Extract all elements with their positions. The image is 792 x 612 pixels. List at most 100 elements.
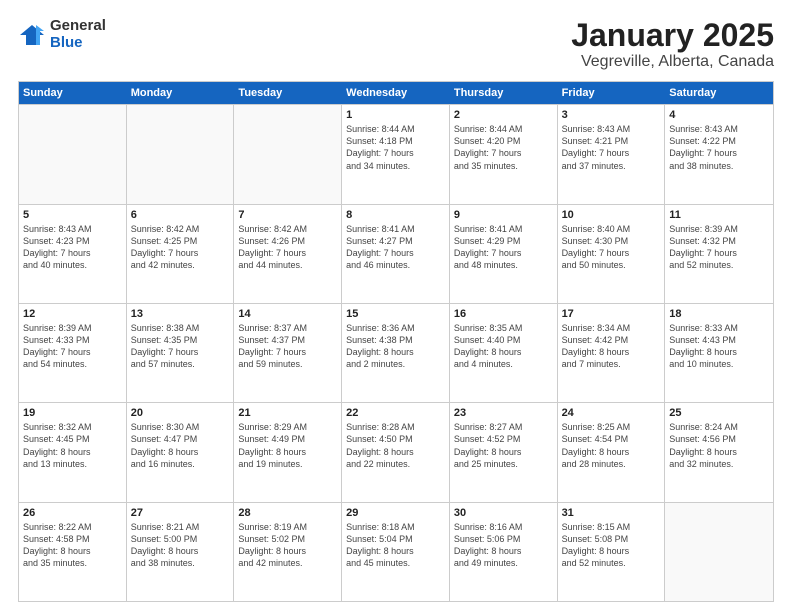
empty-cell (665, 503, 773, 601)
day-number-13: 13 (131, 308, 230, 320)
day-number-27: 27 (131, 507, 230, 519)
day-number-30: 30 (454, 507, 553, 519)
day-number-31: 31 (562, 507, 661, 519)
week-row-4: 19 Sunrise: 8:32 AM Sunset: 4:45 PM Dayli… (19, 402, 773, 501)
day-cell-7: 7Sunrise: 8:42 AM Sunset: 4:26 PM Daylig… (234, 205, 342, 303)
day-cell-5: 5 Sunrise: 8:43 AM Sunset: 4:23 PM Daylig… (19, 205, 127, 303)
day-number-6: 6 (131, 209, 230, 221)
day-number-11: 11 (669, 209, 769, 221)
day-number-14: 14 (238, 308, 337, 320)
day-number-21: 21 (238, 407, 337, 419)
day-cell-1: 1Sunrise: 8:44 AM Sunset: 4:18 PM Daylig… (342, 105, 450, 203)
day-info-18: Sunrise: 8:33 AM Sunset: 4:43 PM Dayligh… (669, 322, 769, 371)
day-number-22: 22 (346, 407, 445, 419)
day-info-24: Sunrise: 8:25 AM Sunset: 4:54 PM Dayligh… (562, 421, 661, 470)
day-info-31: Sunrise: 8:15 AM Sunset: 5:08 PM Dayligh… (562, 521, 661, 570)
empty-cell (19, 105, 127, 203)
title-area: January 2025 Vegreville, Alberta, Canada (571, 18, 774, 71)
day-number-5: 5 (23, 209, 122, 221)
day-number-10: 10 (562, 209, 661, 221)
calendar-body: 1Sunrise: 8:44 AM Sunset: 4:18 PM Daylig… (19, 104, 773, 601)
day-number-4: 4 (669, 109, 769, 121)
day-info-15: Sunrise: 8:36 AM Sunset: 4:38 PM Dayligh… (346, 322, 445, 371)
day-cell-9: 9Sunrise: 8:41 AM Sunset: 4:29 PM Daylig… (450, 205, 558, 303)
empty-cell (127, 105, 235, 203)
day-info-16: Sunrise: 8:35 AM Sunset: 4:40 PM Dayligh… (454, 322, 553, 371)
day-number-2: 2 (454, 109, 553, 121)
day-cell-19: 19 Sunrise: 8:32 AM Sunset: 4:45 PM Dayli… (19, 403, 127, 501)
day-info-22: Sunrise: 8:28 AM Sunset: 4:50 PM Dayligh… (346, 421, 445, 470)
day-info-29: Sunrise: 8:18 AM Sunset: 5:04 PM Dayligh… (346, 521, 445, 570)
header-saturday: Saturday (665, 82, 773, 104)
header-monday: Monday (127, 82, 235, 104)
logo-icon (18, 21, 46, 49)
day-info-8: Sunrise: 8:41 AM Sunset: 4:27 PM Dayligh… (346, 223, 445, 272)
day-info-4: Sunrise: 8:43 AM Sunset: 4:22 PM Dayligh… (669, 123, 769, 172)
day-number-18: 18 (669, 308, 769, 320)
day-info-12: Sunrise: 8:39 AM Sunset: 4:33 PM Dayligh… (23, 322, 122, 371)
logo-general: General (50, 18, 106, 35)
day-cell-21: 21 Sunrise: 8:29 AM Sunset: 4:49 PM Dayli… (234, 403, 342, 501)
day-cell-27: 27 Sunrise: 8:21 AM Sunset: 5:00 PM Dayli… (127, 503, 235, 601)
day-info-26: Sunrise: 8:22 AM Sunset: 4:58 PM Dayligh… (23, 521, 122, 570)
header-sunday: Sunday (19, 82, 127, 104)
day-cell-28: 28Sunrise: 8:19 AM Sunset: 5:02 PM Dayli… (234, 503, 342, 601)
day-info-30: Sunrise: 8:16 AM Sunset: 5:06 PM Dayligh… (454, 521, 553, 570)
day-number-16: 16 (454, 308, 553, 320)
day-cell-2: 2 Sunrise: 8:44 AM Sunset: 4:20 PM Daylig… (450, 105, 558, 203)
header-wednesday: Wednesday (342, 82, 450, 104)
day-cell-12: 12Sunrise: 8:39 AM Sunset: 4:33 PM Dayli… (19, 304, 127, 402)
day-cell-23: 23 Sunrise: 8:27 AM Sunset: 4:52 PM Dayli… (450, 403, 558, 501)
day-number-7: 7 (238, 209, 337, 221)
day-cell-17: 17 Sunrise: 8:34 AM Sunset: 4:42 PM Dayli… (558, 304, 666, 402)
day-number-25: 25 (669, 407, 769, 419)
day-cell-6: 6 Sunrise: 8:42 AM Sunset: 4:25 PM Daylig… (127, 205, 235, 303)
day-cell-25: 25 Sunrise: 8:24 AM Sunset: 4:56 PM Dayli… (665, 403, 773, 501)
day-info-10: Sunrise: 8:40 AM Sunset: 4:30 PM Dayligh… (562, 223, 661, 272)
day-number-9: 9 (454, 209, 553, 221)
day-cell-31: 31 Sunrise: 8:15 AM Sunset: 5:08 PM Dayli… (558, 503, 666, 601)
week-row-2: 5 Sunrise: 8:43 AM Sunset: 4:23 PM Daylig… (19, 204, 773, 303)
day-info-2: Sunrise: 8:44 AM Sunset: 4:20 PM Dayligh… (454, 123, 553, 172)
logo: General Blue (18, 18, 106, 51)
day-number-3: 3 (562, 109, 661, 121)
day-number-8: 8 (346, 209, 445, 221)
day-number-17: 17 (562, 308, 661, 320)
calendar-title: January 2025 (571, 18, 774, 53)
day-info-13: Sunrise: 8:38 AM Sunset: 4:35 PM Dayligh… (131, 322, 230, 371)
calendar: Sunday Monday Tuesday Wednesday Thursday… (18, 81, 774, 602)
day-cell-11: 11 Sunrise: 8:39 AM Sunset: 4:32 PM Dayli… (665, 205, 773, 303)
day-info-28: Sunrise: 8:19 AM Sunset: 5:02 PM Dayligh… (238, 521, 337, 570)
day-cell-29: 29Sunrise: 8:18 AM Sunset: 5:04 PM Dayli… (342, 503, 450, 601)
day-info-17: Sunrise: 8:34 AM Sunset: 4:42 PM Dayligh… (562, 322, 661, 371)
day-info-27: Sunrise: 8:21 AM Sunset: 5:00 PM Dayligh… (131, 521, 230, 570)
day-number-19: 19 (23, 407, 122, 419)
day-info-19: Sunrise: 8:32 AM Sunset: 4:45 PM Dayligh… (23, 421, 122, 470)
week-row-5: 26 Sunrise: 8:22 AM Sunset: 4:58 PM Dayli… (19, 502, 773, 601)
day-info-23: Sunrise: 8:27 AM Sunset: 4:52 PM Dayligh… (454, 421, 553, 470)
day-info-25: Sunrise: 8:24 AM Sunset: 4:56 PM Dayligh… (669, 421, 769, 470)
day-number-26: 26 (23, 507, 122, 519)
logo-text: General Blue (50, 18, 106, 51)
calendar-header: Sunday Monday Tuesday Wednesday Thursday… (19, 82, 773, 104)
day-info-6: Sunrise: 8:42 AM Sunset: 4:25 PM Dayligh… (131, 223, 230, 272)
day-info-11: Sunrise: 8:39 AM Sunset: 4:32 PM Dayligh… (669, 223, 769, 272)
day-cell-20: 20Sunrise: 8:30 AM Sunset: 4:47 PM Dayli… (127, 403, 235, 501)
week-row-1: 1Sunrise: 8:44 AM Sunset: 4:18 PM Daylig… (19, 104, 773, 203)
day-info-5: Sunrise: 8:43 AM Sunset: 4:23 PM Dayligh… (23, 223, 122, 272)
empty-cell (234, 105, 342, 203)
day-cell-15: 15Sunrise: 8:36 AM Sunset: 4:38 PM Dayli… (342, 304, 450, 402)
day-cell-4: 4 Sunrise: 8:43 AM Sunset: 4:22 PM Daylig… (665, 105, 773, 203)
day-cell-13: 13 Sunrise: 8:38 AM Sunset: 4:35 PM Dayli… (127, 304, 235, 402)
header: General Blue January 2025 Vegreville, Al… (18, 18, 774, 71)
day-cell-30: 30 Sunrise: 8:16 AM Sunset: 5:06 PM Dayli… (450, 503, 558, 601)
day-number-1: 1 (346, 109, 445, 121)
day-number-20: 20 (131, 407, 230, 419)
day-cell-10: 10 Sunrise: 8:40 AM Sunset: 4:30 PM Dayli… (558, 205, 666, 303)
day-info-21: Sunrise: 8:29 AM Sunset: 4:49 PM Dayligh… (238, 421, 337, 470)
day-cell-14: 14Sunrise: 8:37 AM Sunset: 4:37 PM Dayli… (234, 304, 342, 402)
day-cell-16: 16 Sunrise: 8:35 AM Sunset: 4:40 PM Dayli… (450, 304, 558, 402)
day-number-23: 23 (454, 407, 553, 419)
day-cell-24: 24Sunrise: 8:25 AM Sunset: 4:54 PM Dayli… (558, 403, 666, 501)
header-friday: Friday (558, 82, 666, 104)
